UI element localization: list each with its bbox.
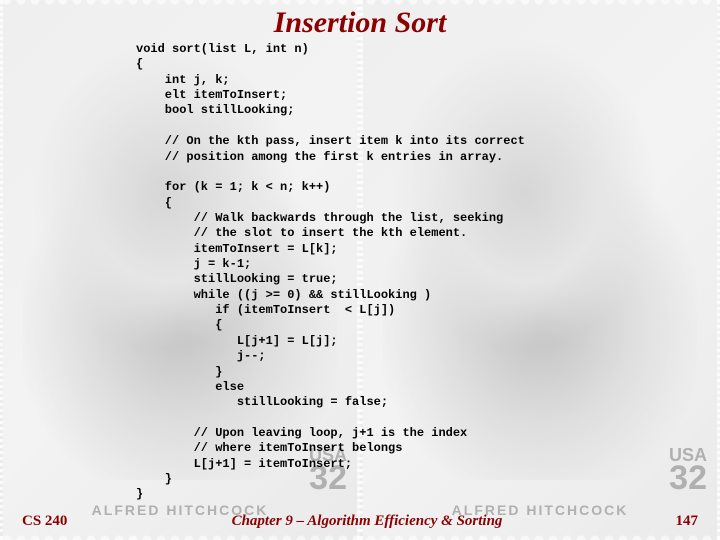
code-line: } [136,487,143,501]
code-line: { [136,57,143,71]
code-line: } [136,472,172,486]
code-line: stillLooking = true; [136,272,338,286]
code-block: void sort(list L, int n) { int j, k; elt… [136,42,702,513]
code-line: L[j+1] = itemToInsert; [136,457,352,471]
code-line: // where itemToInsert belongs [136,441,402,455]
code-line: { [136,196,172,210]
code-line: } [136,365,222,379]
slide-title: Insertion Sort [18,6,702,40]
code-line: L[j+1] = L[j]; [136,334,338,348]
code-line: for (k = 1; k < n; k++) [136,180,330,194]
code-line: // On the kth pass, insert item k into i… [136,134,525,148]
code-line: if (itemToInsert < L[j]) [136,303,395,317]
slide-footer: CS 240 Chapter 9 – Algorithm Efficiency … [18,513,702,532]
code-line: stillLooking = false; [136,395,388,409]
code-line: // position among the first k entries in… [136,150,503,164]
code-line: j--; [136,349,266,363]
code-line: // the slot to insert the kth element. [136,226,467,240]
code-line: void sort(list L, int n) [136,42,309,56]
slide-content: Insertion Sort void sort(list L, int n) … [0,0,720,540]
code-line: // Walk backwards through the list, seek… [136,211,503,225]
code-line: itemToInsert = L[k]; [136,242,338,256]
code-line: while ((j >= 0) && stillLooking ) [136,288,431,302]
page-number: 147 [658,513,698,530]
code-line: // Upon leaving loop, j+1 is the index [136,426,467,440]
code-line: elt itemToInsert; [136,88,287,102]
code-line: bool stillLooking; [136,103,294,117]
code-line: else [136,380,244,394]
code-line: { [136,318,222,332]
code-line: int j, k; [136,73,230,87]
course-code: CS 240 [22,513,76,530]
code-line: j = k-1; [136,257,251,271]
chapter-title: Chapter 9 – Algorithm Efficiency & Sorti… [76,513,658,530]
